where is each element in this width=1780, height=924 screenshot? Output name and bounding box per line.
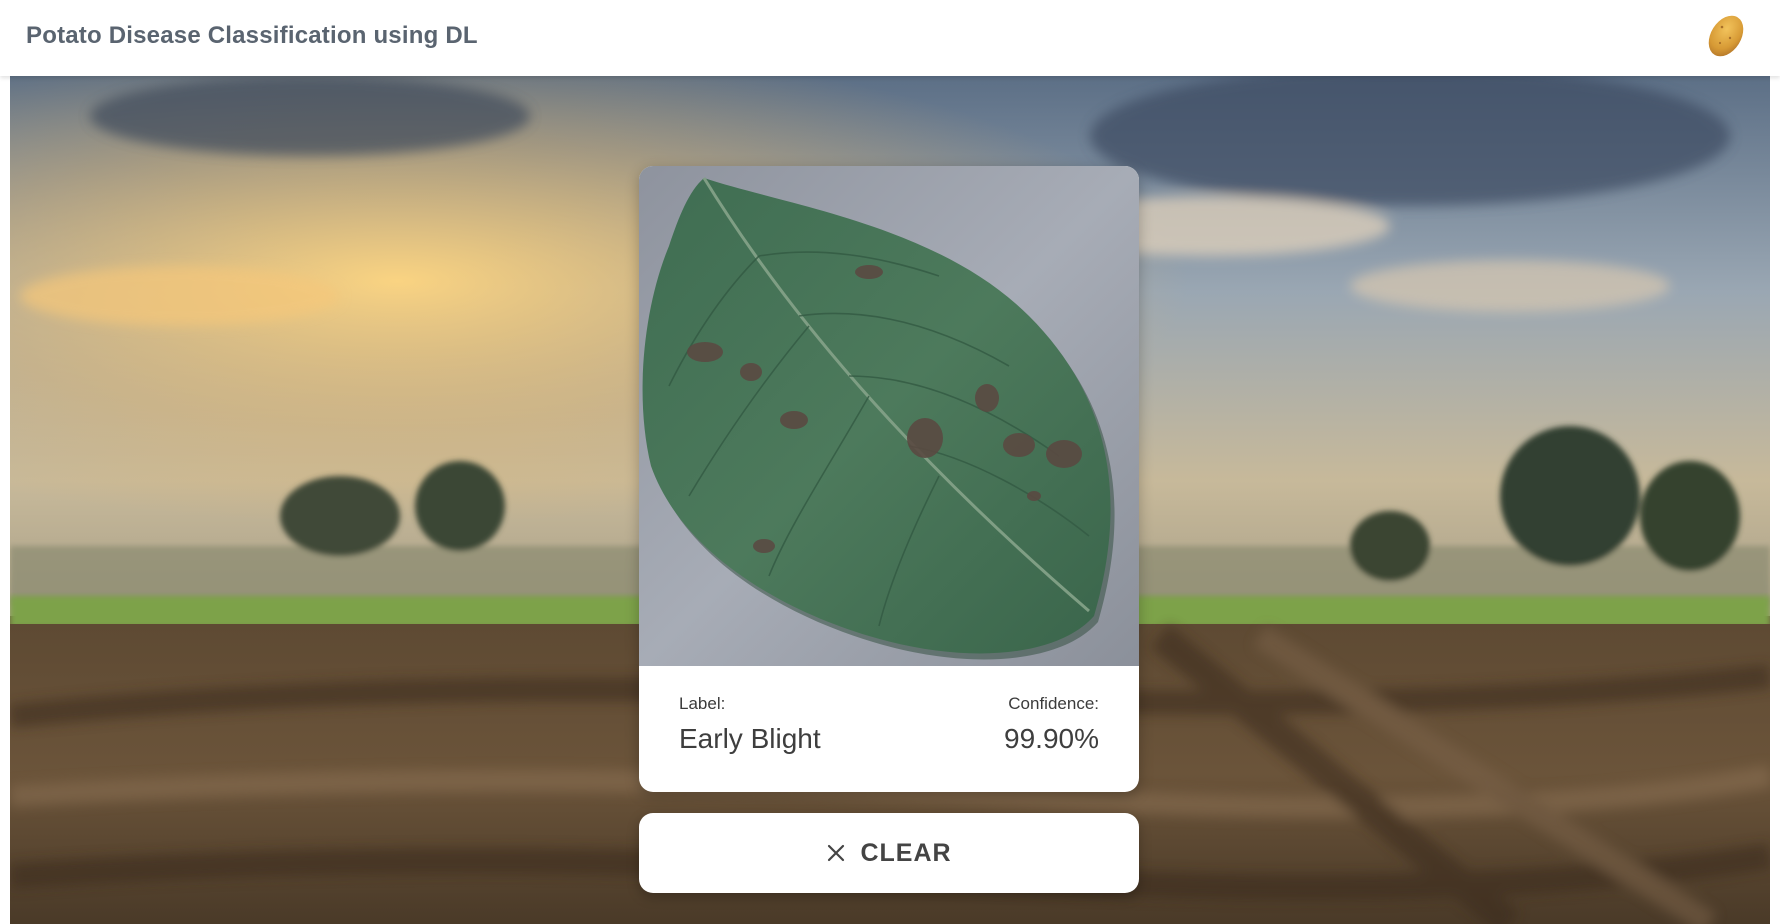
clear-button-label: CLEAR	[860, 838, 952, 867]
clear-button[interactable]: CLEAR	[639, 813, 1139, 893]
app-header: Potato Disease Classification using DL	[0, 0, 1780, 76]
confidence-caption: Confidence:	[1008, 694, 1099, 713]
prediction-result: Label: Early Blight Confidence: 99.90%	[639, 666, 1139, 792]
close-icon	[826, 843, 846, 863]
label-value: Early Blight	[679, 723, 821, 754]
confidence-value: 99.90%	[1004, 723, 1099, 754]
uploaded-leaf-image	[639, 166, 1139, 666]
prediction-card: Label: Early Blight Confidence: 99.90%	[639, 166, 1139, 792]
page-title: Potato Disease Classification using DL	[26, 22, 478, 49]
label-caption: Label:	[679, 694, 726, 713]
potato-icon	[1702, 12, 1750, 60]
